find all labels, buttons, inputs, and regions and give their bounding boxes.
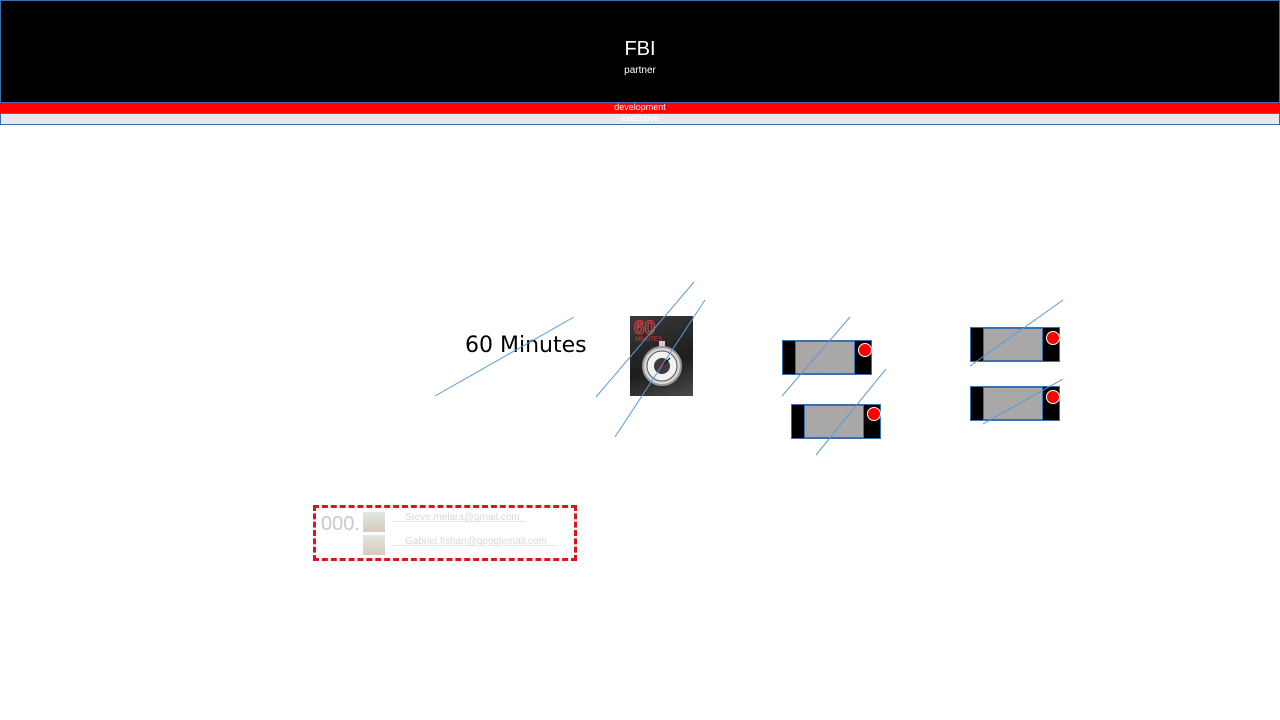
executive-bar[interactable]: executive	[0, 113, 1280, 125]
record-dot-icon[interactable]	[1046, 390, 1060, 404]
contact-avatar	[363, 512, 385, 532]
device-screen	[983, 387, 1043, 420]
contacts-panel[interactable]: 000. Steve.melara@gmail.com Gabriel.fish…	[313, 505, 577, 561]
record-dot-icon[interactable]	[867, 407, 881, 421]
cover-logo-60: 60	[634, 318, 655, 339]
contact-counter: 000.	[321, 513, 360, 535]
device-screen	[795, 341, 855, 374]
contact-email[interactable]: Steve.melara@gmail.com	[405, 512, 520, 523]
device-widget-2[interactable]	[791, 404, 881, 439]
stopwatch-icon[interactable]: 60 MINUTES	[630, 316, 693, 396]
device-screen	[804, 405, 864, 438]
device-screen	[983, 328, 1043, 361]
contact-avatar	[363, 535, 385, 555]
header-title: FBI	[624, 38, 656, 60]
contact-email[interactable]: Gabriel.fishan@googlemail.com	[405, 536, 547, 547]
record-dot-icon[interactable]	[1046, 331, 1060, 345]
header-subtitle: partner	[624, 65, 656, 76]
app-header: FBI partner	[0, 0, 1280, 102]
development-bar-label: development	[614, 102, 666, 112]
cover-logo-minutes: MINUTES	[635, 337, 662, 343]
device-widget-3[interactable]	[970, 327, 1060, 362]
record-dot-icon[interactable]	[858, 343, 872, 357]
device-widget-1[interactable]	[782, 340, 872, 375]
development-bar[interactable]: development	[0, 102, 1280, 113]
executive-bar-label: executive	[620, 113, 660, 123]
show-title[interactable]: 60 Minutes	[465, 333, 587, 359]
device-widget-4[interactable]	[970, 386, 1060, 421]
stopwatch-cover-art: 60 MINUTES	[633, 317, 682, 386]
